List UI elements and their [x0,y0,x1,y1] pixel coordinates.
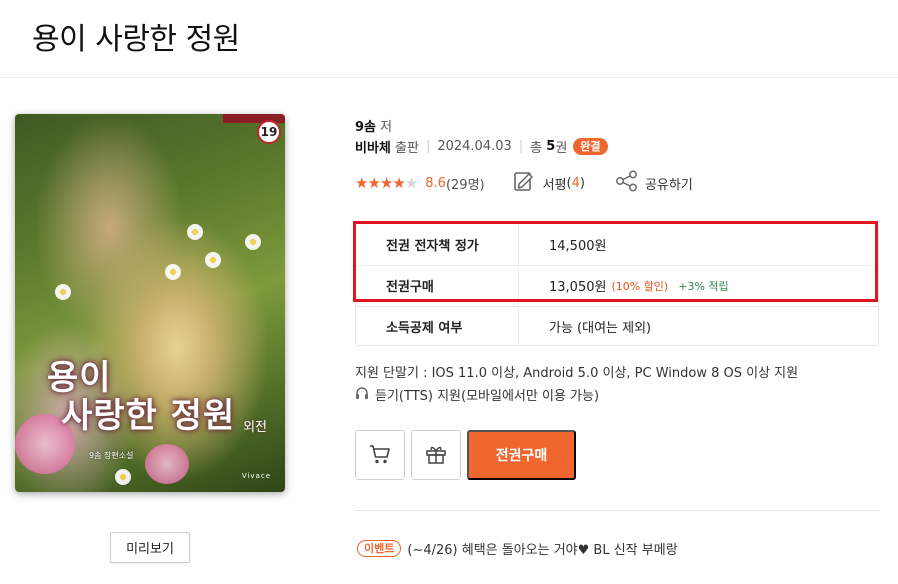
author-name[interactable]: 9솜 [355,116,376,135]
share-link[interactable]: 공유하기 [615,170,693,196]
rating-score: 8.6 [425,175,446,191]
volumes-prefix: 총 [530,141,543,156]
cover-publisher: Vivace [241,472,271,480]
star-icon: ★ [392,174,405,192]
price-table: 전권 전자책 정가 14,500원 전권구매 13,050원 (10% 할인) … [355,223,879,346]
author-role: 저 [380,120,393,135]
cover-title-line-2: 사랑한 정원 [61,396,236,436]
star-rating: ★ ★ ★ ★ ★ [355,174,418,192]
headphones-icon [355,386,369,404]
cover-title-line-1: 용이 [47,358,112,398]
divider [355,510,879,511]
cover-subtitle: 외전 [243,420,267,435]
title-bar: 용이 사랑한 정원 [0,0,898,78]
tts-support: 듣기(TTS) 지원(모바일에서만 이용 가능) [355,385,599,404]
price-value: 14,500원 [549,238,607,254]
review-link[interactable]: 서평(4) [513,170,585,196]
review-paren-close: ) [579,175,585,191]
author-line: 9솜 저 [355,116,392,135]
price-row-buy-all: 전권구매 13,050원 (10% 할인) +3% 적립 [356,265,878,305]
reward-points: +3% 적립 [678,279,729,293]
volumes-count: 5 [546,139,556,154]
price-value: 가능 (대여는 제외) [549,321,652,336]
share-icon [615,170,639,196]
event-text: (~4/26) 혜택은 돌아오는 거야♥ BL 신작 부메랑 [407,543,678,558]
separator: | [425,139,431,154]
cover-flower [55,284,71,300]
event-badge: 이벤트 [357,540,402,557]
review-icon [513,170,535,196]
price-row-list-price: 전권 전자책 정가 14,500원 [356,224,878,264]
rating-count: (29명) [445,177,485,193]
cover-flower [245,234,261,250]
tts-text: 듣기(TTS) 지원(모바일에서만 이용 가능) [375,389,600,404]
review-label: 서평 [542,177,567,193]
gift-button[interactable] [411,430,461,480]
cover-title-art: 용이 사랑한 정원 [47,359,235,435]
star-icon: ★ [367,174,380,192]
price-value-group: 13,050원 (10% 할인) +3% 적립 [519,276,729,296]
publish-date: 2024.04.03 [437,139,512,154]
price-label: 전권 전자책 정가 [356,224,519,264]
add-to-cart-button[interactable] [355,430,405,480]
buy-all-button[interactable]: 전권구매 [467,430,576,480]
price-row-tax-deduction: 소득공제 여부 가능 (대여는 제외) [356,306,878,346]
review-count: 4 [571,175,580,191]
gift-icon [424,442,448,469]
age-rating-badge: 19 [257,120,281,144]
star-icon: ★ [404,174,418,192]
cover-flower [205,252,221,268]
share-label: 공유하기 [644,177,693,193]
cover-author: 9솜 장편소설 [89,451,134,460]
star-icon: ★ [355,174,368,192]
discount-rate: (10% 할인) [611,279,669,293]
price-label: 전권구매 [356,266,519,305]
cover-flower [187,224,203,240]
supported-devices: 지원 단말기 : IOS 11.0 이상, Android 5.0 이상, PC… [355,366,799,381]
rating-row: ★ ★ ★ ★ ★ 8.6 (29명) 서평(4) 공유하기 [355,170,693,196]
publisher-role: 출판 [395,141,419,156]
cover-blossom [145,444,189,484]
star-icon: ★ [379,174,393,192]
publisher-name[interactable]: 비바체 [355,137,391,156]
book-cover[interactable]: 19 용이 사랑한 정원 외전 9솜 장편소설 Vivace [15,114,285,492]
publisher-line: 비바체 출판 | 2024.04.03 | 총 5권 완결 [355,137,608,156]
event-banner[interactable]: 이벤트 (~4/26) 혜택은 돌아오는 거야♥ BL 신작 부메랑 [357,539,678,558]
completed-badge: 완결 [573,138,608,155]
cover-flower [115,469,131,485]
preview-button[interactable]: 미리보기 [110,532,190,563]
volumes-unit: 권 [555,141,568,156]
cart-icon [368,442,392,469]
cover-flower [165,264,181,280]
page-title: 용이 사랑한 정원 [32,22,240,57]
separator: | [518,139,524,154]
price-value: 13,050원 [549,280,607,295]
price-label: 소득공제 여부 [356,307,519,346]
